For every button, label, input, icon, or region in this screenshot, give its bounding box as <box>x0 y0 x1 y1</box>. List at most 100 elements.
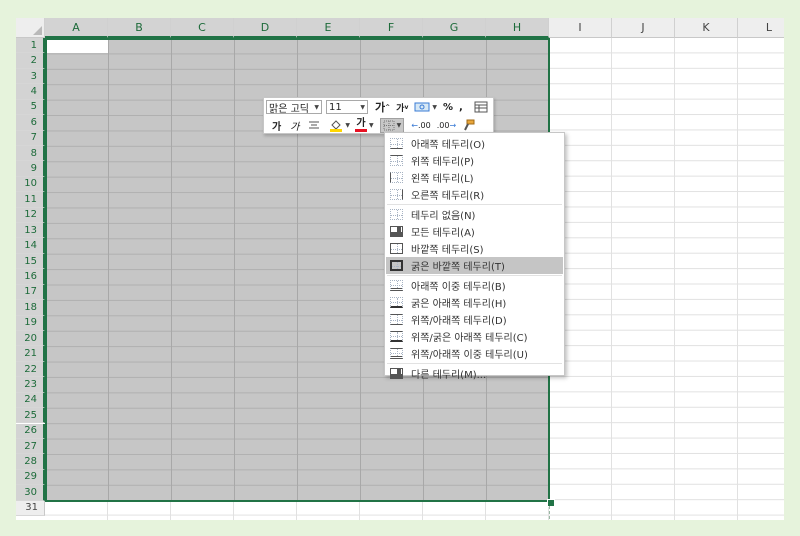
row-header-2[interactable]: 2 <box>16 53 45 69</box>
row-header-30[interactable]: 30 <box>16 485 45 501</box>
font-size-combo[interactable]: 11 ▼ <box>326 100 368 114</box>
menu-item-border-top-bottom[interactable]: 위쪽/아래쪽 테두리(D) <box>386 311 563 328</box>
row-header-26[interactable]: 26 <box>16 423 45 439</box>
row-header-15[interactable]: 15 <box>16 253 45 270</box>
chevron-down-icon: ▼ <box>432 103 437 111</box>
row-header-12[interactable]: 12 <box>16 207 45 224</box>
menu-item-border-top[interactable]: 위쪽 테두리(P) <box>386 152 563 169</box>
column-header-h[interactable]: H <box>486 18 549 38</box>
menu-item-label: 다른 테두리(M)... <box>411 370 487 381</box>
column-header-c[interactable]: C <box>171 18 234 38</box>
row-header-29[interactable]: 29 <box>16 469 45 486</box>
row-header-21[interactable]: 21 <box>16 346 45 362</box>
menu-item-border-bottom[interactable]: 아래쪽 테두리(O) <box>386 135 563 152</box>
column-header-i[interactable]: I <box>549 18 612 38</box>
row-header-10[interactable]: 10 <box>16 176 45 193</box>
menu-item-border-more[interactable]: 다른 테두리(M)... <box>386 365 563 382</box>
align-center-button[interactable] <box>308 120 320 130</box>
menu-item-label: 굵은 바깥쪽 테두리(T) <box>411 262 505 273</box>
align-center-icon <box>309 121 320 129</box>
chevron-down-icon: ▼ <box>345 121 351 129</box>
row-header-16[interactable]: 16 <box>16 269 45 285</box>
borders-button[interactable]: ▼ <box>379 117 405 133</box>
bold-button[interactable]: 가 <box>272 118 281 133</box>
row-header-6[interactable]: 6 <box>16 115 45 131</box>
row-header-7[interactable]: 7 <box>16 130 45 146</box>
arrow-left-icon: ← <box>411 120 418 130</box>
menu-item-label: 아래쪽 이중 테두리(B) <box>411 282 506 293</box>
menu-item-border-thick-bottom[interactable]: 굵은 아래쪽 테두리(H) <box>386 294 563 311</box>
column-header-d[interactable]: D <box>234 18 297 38</box>
increase-decimal-button[interactable]: ← .00 <box>411 121 430 130</box>
menu-item-border-right[interactable]: 오른쪽 테두리(R) <box>386 186 563 203</box>
decrease-decimal-label: .00 <box>436 120 450 130</box>
table-format-icon <box>474 101 488 113</box>
menu-item-border-thick-outside[interactable]: 굵은 바깥쪽 테두리(T) <box>386 257 563 274</box>
format-table-button[interactable] <box>474 101 488 113</box>
border-none-icon <box>390 209 403 220</box>
row-header-5[interactable]: 5 <box>16 99 45 116</box>
grow-font-button[interactable]: 가 ^ <box>375 99 390 115</box>
column-header-l[interactable]: L <box>738 18 784 38</box>
menu-separator <box>387 363 562 364</box>
menu-item-border-none[interactable]: 테두리 없음(N) <box>386 206 563 223</box>
menu-item-border-outside[interactable]: 바깥쪽 테두리(S) <box>386 240 563 257</box>
shrink-font-label: 가 <box>396 103 405 114</box>
border-right-icon <box>390 189 403 200</box>
column-header-j[interactable]: J <box>612 18 675 38</box>
row-header-1[interactable]: 1 <box>16 38 45 54</box>
font-color-glyph: 가 <box>356 117 366 129</box>
comma-style-button[interactable]: , <box>459 102 463 113</box>
row-header-3[interactable]: 3 <box>16 68 45 85</box>
row-header-9[interactable]: 9 <box>16 161 45 177</box>
active-cell-a1[interactable] <box>47 40 108 53</box>
border-grid-icon <box>383 120 395 130</box>
font-size-value: 11 <box>329 101 342 113</box>
row-header-28[interactable]: 28 <box>16 454 45 470</box>
row-header-23[interactable]: 23 <box>16 377 45 393</box>
font-name-combo[interactable]: 맑은 고딕 ▼ <box>266 100 322 115</box>
row-header-13[interactable]: 13 <box>16 223 45 239</box>
shrink-font-button[interactable]: 가v <box>396 101 408 114</box>
row-header-25[interactable]: 25 <box>16 408 45 424</box>
column-header-b[interactable]: B <box>108 18 171 38</box>
column-header-a[interactable]: A <box>45 18 108 38</box>
font-color-button[interactable]: 가 ▼ <box>355 117 374 132</box>
menu-item-border-double-bottom[interactable]: 아래쪽 이중 테두리(B) <box>386 277 563 294</box>
border-top-bottom-icon <box>390 314 403 325</box>
row-header-19[interactable]: 19 <box>16 315 45 331</box>
row-header-18[interactable]: 18 <box>16 300 45 316</box>
column-header-f[interactable]: F <box>360 18 423 38</box>
arrow-right-icon: → <box>449 120 457 130</box>
row-header-11[interactable]: 11 <box>16 192 45 208</box>
select-all-corner[interactable] <box>16 18 45 38</box>
menu-item-border-top-double-bottom[interactable]: 위쪽/아래쪽 이중 테두리(U) <box>386 345 563 362</box>
row-header-8[interactable]: 8 <box>16 145 45 162</box>
row-header-22[interactable]: 22 <box>16 361 45 378</box>
row-header-27[interactable]: 27 <box>16 438 45 455</box>
row-header-20[interactable]: 20 <box>16 330 45 347</box>
column-header-k[interactable]: K <box>675 18 738 38</box>
row-header-31[interactable]: 31 <box>16 500 45 516</box>
fill-color-button[interactable]: ▼ <box>329 119 350 132</box>
italic-button[interactable]: 가 <box>290 118 299 133</box>
column-header-g[interactable]: G <box>423 18 486 38</box>
accounting-format-button[interactable]: ▼ <box>414 102 437 113</box>
row-header-17[interactable]: 17 <box>16 284 45 301</box>
format-painter-button[interactable] <box>462 119 475 131</box>
mini-toolbar: 맑은 고딕 ▼ 11 ▼ 가 ^ 가v ▼ % , 가 가 ▼ 가 ▼ ▼ ← … <box>263 97 494 134</box>
menu-item-border-all[interactable]: 모든 테두리(A) <box>386 223 563 240</box>
percent-style-button[interactable]: % <box>443 102 453 113</box>
row-header-4[interactable]: 4 <box>16 84 45 100</box>
menu-item-border-top-thick-bottom[interactable]: 위쪽/굵은 아래쪽 테두리(C) <box>386 328 563 345</box>
column-header-e[interactable]: E <box>297 18 360 38</box>
border-top-icon <box>390 155 403 166</box>
row-header-24[interactable]: 24 <box>16 392 45 409</box>
menu-separator <box>387 275 562 276</box>
menu-item-border-left[interactable]: 왼쪽 테두리(L) <box>386 169 563 186</box>
row-header-14[interactable]: 14 <box>16 238 45 254</box>
border-top-thick-bottom-icon <box>390 331 403 342</box>
decrease-decimal-button[interactable]: .00 → <box>437 121 456 130</box>
border-thick-bottom-icon <box>390 297 403 308</box>
border-top-double-bottom-icon <box>390 348 403 359</box>
